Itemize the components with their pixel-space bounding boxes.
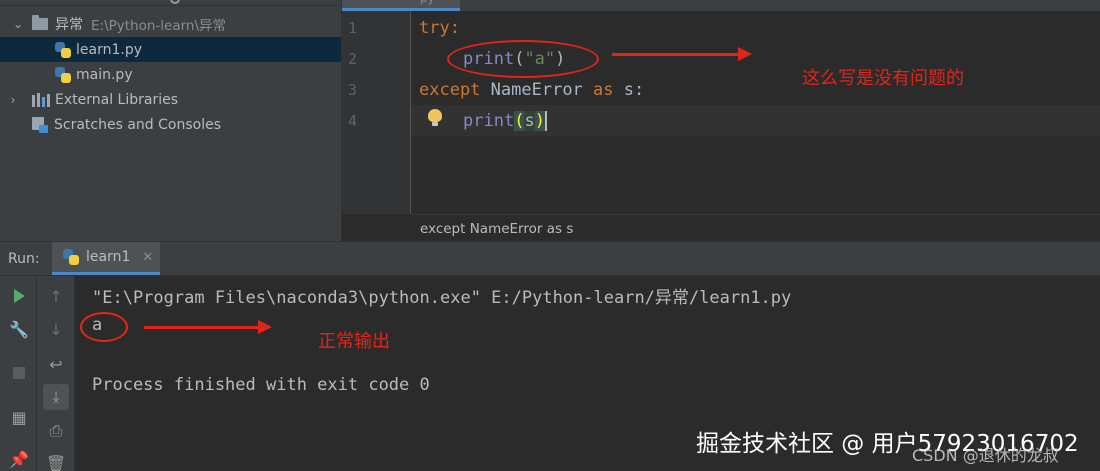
wrench-icon: 🔧 — [9, 319, 29, 339]
paren-match: ( — [514, 111, 525, 131]
folder-name: 异常 — [55, 16, 83, 33]
project-panel: ⌄ 异常 E:\Python-learn\异常 learn1.py main.p… — [0, 0, 341, 241]
stop-button[interactable] — [6, 360, 32, 386]
rerun-button[interactable] — [6, 283, 32, 309]
scratches-label: Scratches and Consoles — [54, 116, 221, 133]
keyword: except — [419, 80, 481, 100]
keyword: as — [593, 80, 614, 100]
run-toolbar-primary: 🔧 ▦ 📌 — [0, 276, 37, 471]
python-file-icon — [55, 41, 71, 58]
annotation-ellipse-output — [80, 312, 128, 342]
scroll-end-icon: ⤓ — [52, 387, 60, 406]
run-label: Run: — [8, 251, 40, 267]
exception-var: s: — [623, 80, 645, 100]
editor-tab-active[interactable]: py — [342, 0, 460, 11]
editor-tab-label: py — [420, 0, 435, 5]
annotation-arrow-output — [144, 320, 272, 334]
watermark-csdn: CSDN @退休的龙叔 — [912, 446, 1059, 465]
tree-file-main[interactable]: main.py — [0, 62, 341, 87]
libraries-label: External Libraries — [55, 91, 178, 108]
annotation-note-output: 正常输出 — [318, 331, 390, 352]
tree-external-libraries[interactable]: › External Libraries — [0, 87, 341, 112]
tree-scratches[interactable]: Scratches and Consoles — [0, 112, 341, 137]
paren-match: ) — [534, 111, 545, 131]
layout-button[interactable]: ▦ — [6, 404, 32, 430]
text-cursor — [544, 111, 547, 131]
trash-icon: 🗑 — [45, 453, 67, 471]
code-line-4: print(s) — [463, 111, 547, 131]
line-number: 1 — [348, 19, 358, 37]
folder-path: E:\Python-learn\异常 — [91, 17, 227, 34]
annotation-ellipse-code — [447, 40, 599, 78]
arrow-down-icon: ↓ — [49, 319, 63, 339]
code-line-3: except NameError as s: — [419, 80, 644, 100]
chevron-down-icon[interactable]: ⌄ — [12, 18, 24, 30]
keyword: try — [419, 18, 450, 38]
annotation-note-code: 这么写是没有问题的 — [802, 68, 964, 89]
python-file-icon — [63, 249, 79, 265]
clear-button[interactable]: 🗑 — [43, 450, 69, 471]
stop-icon — [13, 367, 25, 379]
run-tab-label: learn1 — [86, 249, 131, 265]
console-line: Process finished with exit code 0 — [92, 375, 430, 395]
variable-ref: s — [524, 111, 535, 131]
line-number: 3 — [348, 81, 358, 99]
run-panel-header: Run: learn1 ✕ — [0, 241, 1100, 276]
pin-icon: 📌 — [9, 449, 29, 469]
file-name: main.py — [76, 66, 133, 83]
breadcrumb-bar: except NameError as s — [411, 214, 1100, 241]
lightbulb-icon[interactable] — [428, 109, 442, 127]
print-button[interactable]: ⎙ — [43, 418, 69, 444]
line-number: 2 — [348, 50, 358, 68]
line-gutter: 1 2 3 4 — [342, 11, 410, 214]
file-name: learn1.py — [76, 41, 142, 58]
annotation-arrow-code — [612, 47, 752, 61]
wrap-icon: ↩ — [49, 354, 63, 374]
soft-wrap-button[interactable]: ↩ — [43, 351, 69, 377]
scratch-icon — [31, 116, 49, 134]
scroll-down-button[interactable]: ↓ — [43, 316, 69, 342]
close-icon[interactable]: ✕ — [142, 250, 153, 265]
console-line: "E:\Program Files\naconda3\python.exe" E… — [92, 288, 792, 308]
project-toolbar — [0, 0, 341, 6]
python-file-icon — [55, 66, 71, 83]
breadcrumb[interactable]: except NameError as s — [420, 221, 573, 237]
run-tab[interactable]: learn1 ✕ — [52, 242, 160, 275]
code-editor[interactable]: py 1 2 3 4 try: print("a") except NameEr… — [341, 0, 1100, 241]
builtin-print: print — [463, 111, 515, 131]
colon: : — [449, 18, 460, 38]
folder-icon — [32, 14, 48, 30]
globe-icon[interactable] — [170, 0, 180, 4]
printer-icon: ⎙ — [49, 421, 63, 440]
arrow-up-icon: ↑ — [49, 286, 63, 306]
line-number: 4 — [348, 112, 358, 130]
exception-class: NameError — [490, 80, 583, 100]
layout-icon: ▦ — [11, 407, 27, 427]
settings-button[interactable]: 🔧 — [6, 316, 32, 342]
library-icon — [32, 92, 50, 107]
scroll-up-button[interactable]: ↑ — [43, 283, 69, 309]
pin-button[interactable]: 📌 — [6, 446, 32, 471]
chevron-right-icon[interactable]: › — [7, 94, 19, 106]
tree-folder-row[interactable]: ⌄ 异常 E:\Python-learn\异常 — [0, 11, 341, 36]
run-toolbar-secondary: ↑ ↓ ↩ ⤓ ⎙ 🗑 — [37, 276, 75, 471]
editor-tab-strip: py — [342, 0, 1100, 11]
tree-file-learn1[interactable]: learn1.py — [0, 37, 341, 62]
code-line-1: try: — [419, 18, 460, 38]
scroll-to-end-button[interactable]: ⤓ — [43, 384, 69, 410]
play-icon — [13, 289, 25, 303]
